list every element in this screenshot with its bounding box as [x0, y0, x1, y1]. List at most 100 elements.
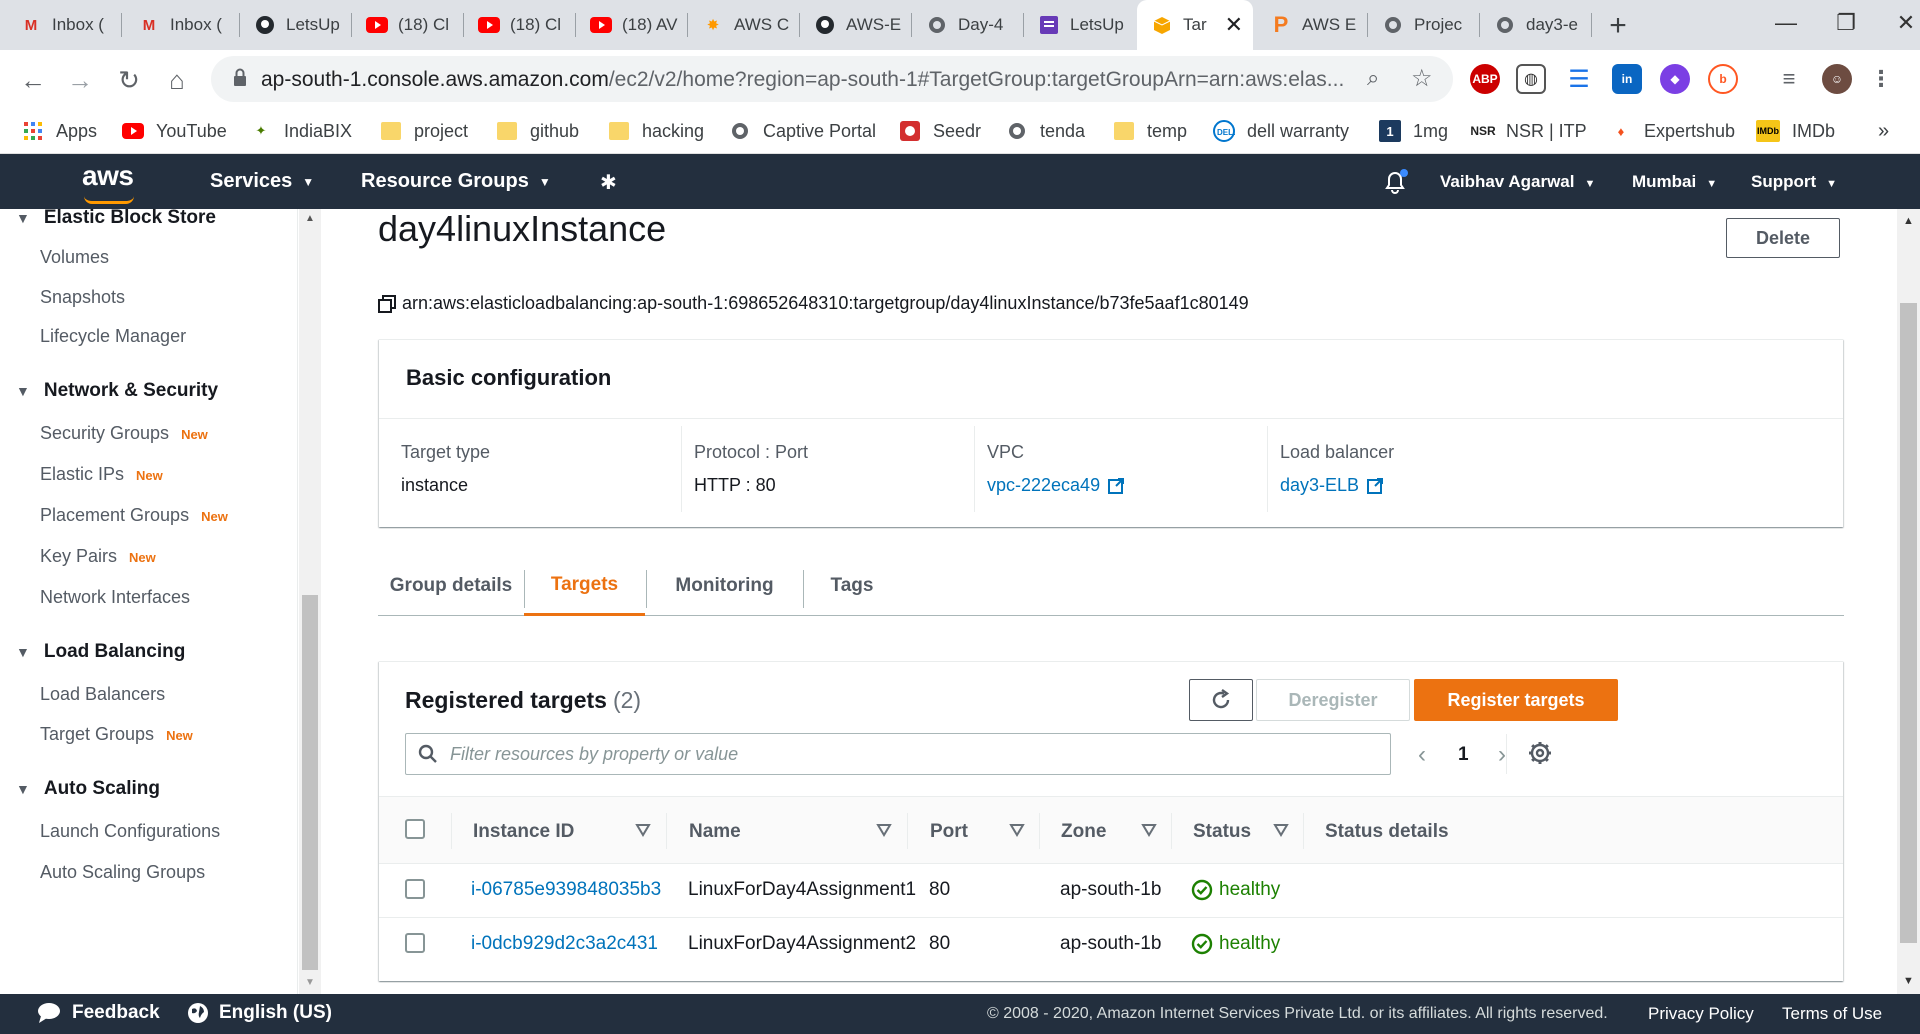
- bookmark-seedr[interactable]: Seedr: [899, 116, 981, 146]
- scroll-down-icon[interactable]: ▼: [1903, 975, 1914, 987]
- b-extension-icon[interactable]: b: [1708, 64, 1738, 94]
- instance-id-link[interactable]: i-0dcb929d2c3a2c431: [471, 933, 658, 955]
- browser-tab[interactable]: LetsUp: [240, 0, 348, 50]
- browser-tab[interactable]: LetsUp: [1024, 0, 1132, 50]
- bookmark-dell-warranty[interactable]: DELLdell warranty: [1213, 116, 1349, 146]
- resource-groups-menu[interactable]: Resource Groups ▼: [361, 170, 551, 193]
- language-selector[interactable]: English (US): [187, 1002, 332, 1024]
- browser-menu-icon[interactable]: ⋮: [1866, 64, 1896, 94]
- sidebar-section-network-security[interactable]: ▼ Network & Security: [16, 380, 218, 402]
- row-checkbox[interactable]: [405, 933, 425, 953]
- table-row[interactable]: i-0dcb929d2c3a2c431 LinuxForDay4Assignme…: [379, 918, 1843, 972]
- filter-input-container[interactable]: [405, 733, 1391, 775]
- browser-tab[interactable]: (18) AV: [576, 0, 684, 50]
- avatar[interactable]: ☺: [1822, 64, 1852, 94]
- column-header-instance-id[interactable]: Instance ID: [473, 821, 574, 843]
- browser-tab[interactable]: AWS-E: [800, 0, 908, 50]
- table-row[interactable]: i-06785e939848035b3 LinuxForDay4Assignme…: [379, 864, 1843, 918]
- sidebar-item-key-pairs[interactable]: Key Pairs New: [40, 546, 156, 567]
- services-menu[interactable]: Services ▼: [210, 170, 314, 193]
- sidebar-item-auto-scaling-groups[interactable]: Auto Scaling Groups: [40, 862, 205, 883]
- tab-targets[interactable]: Targets: [524, 556, 645, 616]
- bookmark-apps[interactable]: Apps: [22, 116, 97, 146]
- forward-icon[interactable]: →: [60, 60, 100, 100]
- bookmark-imdb[interactable]: IMDb IMDb: [1756, 116, 1835, 146]
- sidebar-item-snapshots[interactable]: Snapshots: [40, 287, 125, 308]
- main-scrollbar[interactable]: ▲ ▼: [1897, 209, 1920, 994]
- browser-tab-active[interactable]: Tar ✕: [1137, 0, 1253, 50]
- sidebar-section-auto-scaling[interactable]: ▼ Auto Scaling: [16, 778, 160, 800]
- sidebar-item-lifecycle-manager[interactable]: Lifecycle Manager: [40, 326, 186, 347]
- sidebar-item-network-interfaces[interactable]: Network Interfaces: [40, 587, 190, 608]
- terms-of-use-link[interactable]: Terms of Use: [1782, 1004, 1882, 1024]
- address-bar[interactable]: ap-south-1.console.aws.amazon.com/ec2/v2…: [211, 56, 1453, 102]
- sidebar-item-target-groups[interactable]: Target Groups New: [40, 724, 193, 745]
- bookmark-github[interactable]: github: [496, 116, 579, 146]
- bookmark-project[interactable]: project: [380, 116, 468, 146]
- aws-logo[interactable]: aws: [82, 160, 134, 204]
- copy-icon[interactable]: [378, 294, 396, 313]
- column-header-zone[interactable]: Zone: [1061, 821, 1106, 843]
- back-icon[interactable]: ←: [13, 60, 53, 100]
- reload-icon[interactable]: ↻: [109, 60, 149, 100]
- browser-tab[interactable]: Projec: [1368, 0, 1476, 50]
- bookmark-temp[interactable]: temp: [1113, 116, 1187, 146]
- column-header-status[interactable]: Status: [1193, 821, 1251, 843]
- browser-tab[interactable]: ✸ AWS C: [688, 0, 796, 50]
- main-scrollbar-thumb[interactable]: [1900, 303, 1917, 943]
- bookmark-indiabix[interactable]: ✦ IndiaBIX: [250, 116, 353, 146]
- browser-tab[interactable]: M Inbox (: [6, 0, 118, 50]
- sort-icon[interactable]: [1273, 823, 1289, 837]
- select-all-checkbox[interactable]: [405, 819, 425, 839]
- tab-tags[interactable]: Tags: [803, 556, 901, 616]
- bookmark-hacking[interactable]: hacking: [608, 116, 704, 146]
- column-header-port[interactable]: Port: [930, 821, 968, 843]
- sidebar-scrollbar[interactable]: ▲ ▼: [299, 209, 321, 994]
- sidebar-scrollbar-thumb[interactable]: [302, 595, 318, 970]
- filter-input[interactable]: [450, 742, 1370, 766]
- sidebar-item-launch-configurations[interactable]: Launch Configurations: [40, 821, 220, 842]
- scroll-down-icon[interactable]: ▼: [305, 977, 315, 988]
- bulb-extension-icon[interactable]: ◍: [1516, 64, 1546, 94]
- browser-tab[interactable]: (18) Cl: [464, 0, 572, 50]
- bookmark-nsr-itp[interactable]: NSR NSR | ITP: [1470, 116, 1586, 146]
- close-tab-icon[interactable]: ✕: [1225, 12, 1243, 38]
- support-menu[interactable]: Support ▼: [1751, 172, 1837, 192]
- column-header-name[interactable]: Name: [689, 821, 741, 843]
- new-tab-button[interactable]: +: [1600, 8, 1636, 44]
- browser-tab[interactable]: day3-e: [1480, 0, 1588, 50]
- sort-icon[interactable]: [876, 823, 892, 837]
- sidebar-item-load-balancers[interactable]: Load Balancers: [40, 684, 165, 705]
- bookmark-tenda[interactable]: tenda: [1006, 116, 1085, 146]
- instance-id-link[interactable]: i-06785e939848035b3: [471, 879, 661, 901]
- chevron-right-icon[interactable]: ›: [1498, 741, 1506, 769]
- restore-window-icon[interactable]: ❐: [1816, 0, 1876, 46]
- region-menu[interactable]: Mumbai ▼: [1632, 172, 1717, 192]
- register-targets-button[interactable]: Register targets: [1414, 679, 1618, 721]
- browser-tab[interactable]: Day-4: [912, 0, 1020, 50]
- tab-monitoring[interactable]: Monitoring: [646, 556, 803, 616]
- sidebar-item-placement-groups[interactable]: Placement Groups New: [40, 505, 228, 526]
- chevron-left-icon[interactable]: ‹: [1418, 741, 1426, 769]
- notifications-bell-icon[interactable]: [1381, 168, 1409, 196]
- privacy-policy-link[interactable]: Privacy Policy: [1648, 1004, 1754, 1024]
- tab-group-details[interactable]: Group details: [378, 556, 524, 616]
- current-page[interactable]: 1: [1458, 744, 1469, 766]
- bookmark-youtube[interactable]: YouTube: [122, 116, 227, 146]
- row-checkbox[interactable]: [405, 879, 425, 899]
- sidebar-section-elastic-block-store[interactable]: ▼ Elastic Block Store: [16, 209, 216, 229]
- scroll-up-icon[interactable]: ▲: [1903, 215, 1914, 227]
- load-balancer-link[interactable]: day3-ELB: [1280, 475, 1620, 496]
- browser-tab[interactable]: (18) Cl: [352, 0, 460, 50]
- more-bookmarks-icon[interactable]: »: [1878, 116, 1889, 146]
- bookmark-star-icon[interactable]: ☆: [1411, 64, 1433, 93]
- feedback-link[interactable]: Feedback: [36, 1002, 160, 1024]
- shield-extension-icon[interactable]: ◆: [1660, 64, 1690, 94]
- refresh-button[interactable]: [1189, 679, 1253, 721]
- account-menu[interactable]: Vaibhav Agarwal ▼: [1440, 172, 1595, 192]
- zoom-icon[interactable]: ⌕: [1367, 65, 1379, 91]
- gear-icon[interactable]: [1526, 739, 1554, 767]
- sidebar-section-load-balancing[interactable]: ▼ Load Balancing: [16, 641, 185, 663]
- linkedin-extension-icon[interactable]: in: [1612, 64, 1642, 94]
- close-window-icon[interactable]: ✕: [1876, 0, 1920, 46]
